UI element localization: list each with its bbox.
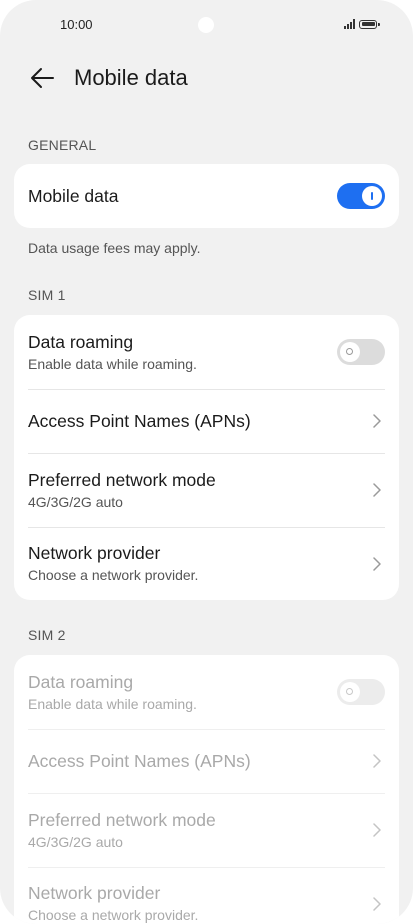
row-subtitle: Enable data while roaming. [28, 695, 197, 712]
row-title: Access Point Names (APNs) [28, 411, 251, 431]
status-time: 10:00 [60, 17, 93, 32]
card-sim1: Data roaming Enable data while roaming. … [14, 315, 399, 600]
row-sim2-data-roaming[interactable]: Data roaming Enable data while roaming. [14, 655, 399, 729]
section-label-sim1: SIM 1 [28, 287, 66, 303]
back-button[interactable] [26, 62, 58, 94]
section-label-general: GENERAL [28, 137, 97, 153]
row-sim1-data-roaming[interactable]: Data roaming Enable data while roaming. [14, 315, 399, 389]
row-subtitle: 4G/3G/2G auto [28, 833, 123, 850]
header: Mobile data [0, 58, 413, 98]
chevron-right-icon [371, 894, 383, 914]
signal-icon [344, 19, 355, 29]
row-title: Data roaming [28, 671, 134, 692]
row-subtitle: Enable data while roaming. [28, 355, 197, 372]
sim2-data-roaming-toggle[interactable] [337, 679, 385, 705]
section-label-sim2: SIM 2 [28, 627, 66, 643]
row-sim2-network-mode[interactable]: Preferred network mode 4G/3G/2G auto [14, 793, 399, 867]
row-title: Network provider [28, 543, 161, 563]
chevron-right-icon [371, 554, 383, 574]
chevron-right-icon [371, 480, 383, 500]
row-title: Preferred network mode [28, 809, 216, 830]
sim1-data-roaming-toggle[interactable] [337, 339, 385, 365]
phone-screen: 10:00 Mobile data GENERAL Mobile data Da… [0, 0, 413, 924]
row-title: Data roaming [28, 331, 134, 352]
status-icons [344, 19, 380, 29]
row-title: Mobile data [28, 186, 119, 206]
row-title: Network provider [28, 883, 161, 903]
status-bar: 10:00 [0, 0, 413, 50]
chevron-right-icon [371, 820, 383, 840]
helper-text-fees: Data usage fees may apply. [28, 240, 201, 256]
row-subtitle: 4G/3G/2G auto [28, 493, 123, 510]
row-title: Access Point Names (APNs) [28, 751, 251, 771]
chevron-right-icon [371, 751, 383, 771]
row-title: Preferred network mode [28, 469, 216, 490]
row-sim1-network-provider[interactable]: Network provider Choose a network provid… [14, 527, 399, 600]
arrow-left-icon [31, 68, 54, 88]
row-sim1-apns[interactable]: Access Point Names (APNs) [14, 389, 399, 453]
row-sim2-network-provider[interactable]: Network provider Choose a network provid… [14, 867, 399, 924]
row-sim1-network-mode[interactable]: Preferred network mode 4G/3G/2G auto [14, 453, 399, 527]
card-general: Mobile data [14, 164, 399, 228]
card-sim2: Data roaming Enable data while roaming. … [14, 655, 399, 924]
mobile-data-toggle[interactable] [337, 183, 385, 209]
row-mobile-data[interactable]: Mobile data [14, 164, 399, 228]
battery-icon [359, 19, 380, 29]
camera-cutout [198, 17, 214, 33]
page-title: Mobile data [74, 65, 188, 90]
chevron-right-icon [371, 411, 383, 431]
row-subtitle: Choose a network provider. [28, 907, 199, 923]
row-sim2-apns[interactable]: Access Point Names (APNs) [14, 729, 399, 793]
row-subtitle: Choose a network provider. [28, 567, 199, 583]
